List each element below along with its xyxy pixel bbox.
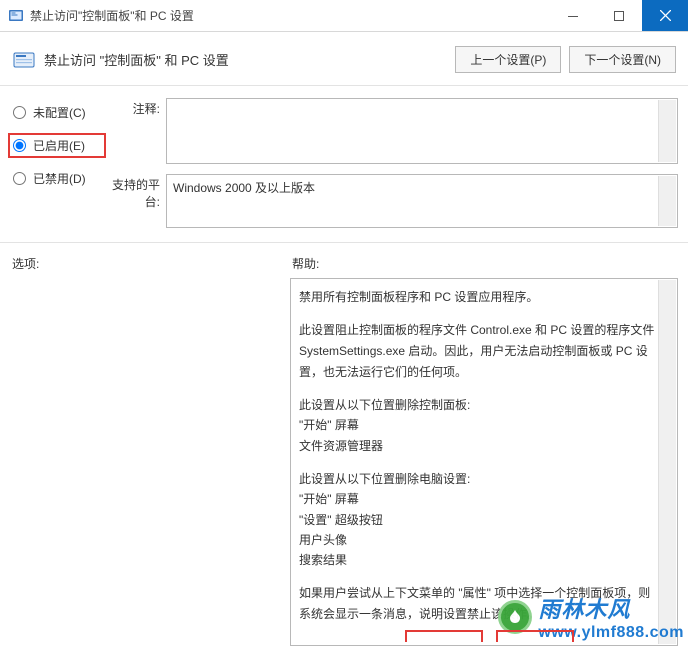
help-label: 帮助:: [290, 255, 678, 278]
lower-panel: 选项: 帮助: 禁用所有控制面板程序和 PC 设置应用程序。 此设置阻止控制面板…: [0, 253, 688, 646]
page-title: 禁止访问 "控制面板" 和 PC 设置: [44, 50, 455, 69]
radio-not-configured-input[interactable]: [13, 106, 26, 119]
help-text-box[interactable]: 禁用所有控制面板程序和 PC 设置应用程序。 此设置阻止控制面板的程序文件 Co…: [290, 278, 678, 646]
prev-label: 上一个设置(P): [470, 53, 546, 67]
watermark-icon: [498, 600, 532, 634]
divider: [0, 85, 688, 86]
highlight-box-1: [405, 630, 483, 642]
comment-textarea[interactable]: [166, 98, 678, 164]
policy-icon: [12, 50, 36, 70]
help-p3b: "开始" 屏幕: [299, 415, 655, 435]
radio-enabled-label: 已启用(E): [33, 137, 85, 154]
divider-2: [0, 242, 688, 243]
previous-setting-button[interactable]: 上一个设置(P): [455, 46, 561, 73]
nav-buttons: 上一个设置(P) 下一个设置(N): [455, 46, 676, 73]
radio-disabled-input[interactable]: [13, 172, 26, 185]
help-p4e: 搜索结果: [299, 550, 655, 571]
comment-label: 注释:: [104, 98, 166, 164]
help-p4c: "设置" 超级按钮: [299, 510, 655, 530]
window-title: 禁止访问"控制面板"和 PC 设置: [30, 7, 550, 24]
help-p4b: "开始" 屏幕: [299, 489, 655, 509]
help-pane: 帮助: 禁用所有控制面板程序和 PC 设置应用程序。 此设置阻止控制面板的程序文…: [290, 255, 678, 646]
help-p4d: 用户头像: [299, 530, 655, 550]
highlight-box-2: [496, 630, 574, 642]
radio-enabled-input[interactable]: [13, 139, 26, 152]
upper-panel: 未配置(C) 已启用(E) 已禁用(D) 注释: 支持的平台: Windows …: [0, 96, 688, 238]
options-pane: 选项:: [10, 255, 290, 646]
radio-disabled[interactable]: 已禁用(D): [10, 168, 104, 189]
radio-disabled-label: 已禁用(D): [33, 170, 86, 187]
radio-enabled[interactable]: 已启用(E): [8, 133, 106, 158]
radio-not-configured-label: 未配置(C): [33, 104, 86, 121]
minimize-button[interactable]: [550, 0, 596, 31]
options-label: 选项:: [10, 255, 290, 278]
close-button[interactable]: [642, 0, 688, 31]
help-p1: 禁用所有控制面板程序和 PC 设置应用程序。: [299, 287, 655, 308]
state-radio-group: 未配置(C) 已启用(E) 已禁用(D): [10, 98, 104, 238]
platform-label: 支持的平台:: [104, 174, 166, 228]
window-controls: [550, 0, 688, 31]
help-p2: 此设置阻止控制面板的程序文件 Control.exe 和 PC 设置的程序文件 …: [299, 320, 655, 383]
next-label: 下一个设置(N): [584, 53, 661, 67]
radio-not-configured[interactable]: 未配置(C): [10, 102, 104, 123]
help-p4a: 此设置从以下位置删除电脑设置:: [299, 469, 655, 489]
app-icon: [8, 8, 24, 24]
watermark-main: 雨林木风: [538, 592, 684, 624]
right-fields: 注释: 支持的平台: Windows 2000 及以上版本: [104, 98, 678, 238]
help-p3a: 此设置从以下位置删除控制面板:: [299, 395, 655, 415]
title-bar: 禁止访问"控制面板"和 PC 设置: [0, 0, 688, 32]
help-p3c: 文件资源管理器: [299, 436, 655, 457]
maximize-button[interactable]: [596, 0, 642, 31]
supported-platform-box: Windows 2000 及以上版本: [166, 174, 678, 228]
next-setting-button[interactable]: 下一个设置(N): [569, 46, 676, 73]
platform-text: Windows 2000 及以上版本: [173, 181, 315, 195]
header-row: 禁止访问 "控制面板" 和 PC 设置 上一个设置(P) 下一个设置(N): [0, 32, 688, 81]
